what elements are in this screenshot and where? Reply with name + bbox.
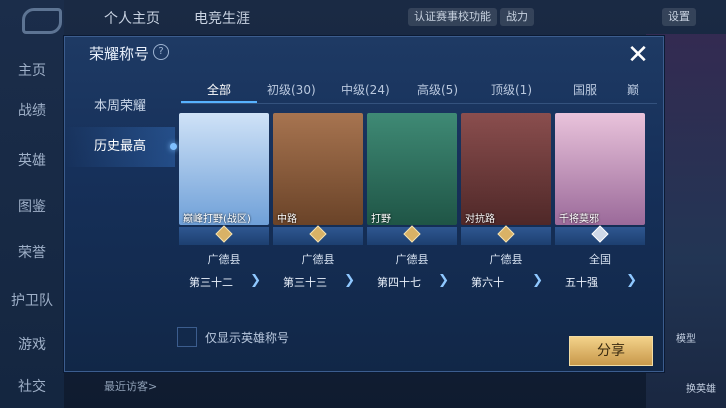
- title-card-rank-row[interactable]: 第四十七 ❯: [367, 271, 457, 293]
- side-nav-item-honor[interactable]: 荣誉: [0, 242, 64, 262]
- close-icon[interactable]: ✕: [625, 42, 651, 69]
- title-card-art: [461, 113, 551, 225]
- title-card-region: 广德县: [207, 253, 241, 266]
- side-nav-item-stats[interactable]: 战绩: [0, 100, 64, 120]
- dialog-title: 荣耀称号: [89, 45, 150, 63]
- side-nav-item-guard[interactable]: 护卫队: [0, 290, 64, 310]
- title-card[interactable]: 中路 广德县 第三十三 ❯: [273, 113, 363, 297]
- medal-icon: [309, 225, 327, 243]
- title-card-name: 打野: [371, 214, 391, 225]
- menu-item-history-best[interactable]: 历史最高: [65, 127, 177, 167]
- tab-esports[interactable]: 电竞生涯: [194, 8, 250, 28]
- title-card[interactable]: 千将莫邪 全国 五十强 ❯: [555, 113, 645, 297]
- chevron-right-icon[interactable]: ❯: [626, 273, 637, 288]
- tab-profile[interactable]: 个人主页: [104, 8, 160, 28]
- left-menu: 本周荣耀 历史最高: [65, 87, 177, 167]
- side-nav-item-atlas[interactable]: 图鉴: [0, 196, 64, 216]
- title-card-rank-row[interactable]: 第六十 ❯: [461, 271, 551, 293]
- hero-title-checkbox[interactable]: [177, 327, 197, 347]
- back-icon[interactable]: [22, 8, 62, 34]
- model-label[interactable]: 模型: [676, 330, 696, 345]
- share-button[interactable]: 分享: [569, 336, 653, 366]
- title-card-name: 千将莫邪: [559, 214, 599, 225]
- help-icon[interactable]: ?: [153, 44, 169, 60]
- top-bar: 个人主页 电竞生涯 认证赛事校功能 战力 设置: [64, 0, 726, 34]
- medal-icon: [403, 225, 421, 243]
- title-card-art: [179, 113, 269, 225]
- active-tab-underline: [181, 101, 257, 103]
- title-card-rank: 第三十二: [189, 276, 233, 289]
- tab-junior[interactable]: 初级(30): [267, 81, 316, 98]
- title-card-rank: 五十强: [565, 276, 598, 289]
- chevron-right-icon[interactable]: ❯: [250, 273, 261, 288]
- medal-icon: [591, 225, 609, 243]
- title-card-region: 广德县: [301, 253, 335, 266]
- tab-senior[interactable]: 高级(5): [417, 81, 458, 98]
- title-card-rank: 第六十: [471, 276, 504, 289]
- side-nav-item-games[interactable]: 游戏: [0, 334, 64, 354]
- title-card-region: 广德县: [489, 253, 523, 266]
- title-card-rank-row[interactable]: 第三十二 ❯: [179, 271, 269, 293]
- tab-all[interactable]: 全部: [207, 81, 231, 98]
- title-card-art: [367, 113, 457, 225]
- title-card-art: [273, 113, 363, 225]
- power-chip[interactable]: 战力: [500, 8, 534, 26]
- title-card[interactable]: 对抗路 广德县 第六十 ❯: [461, 113, 551, 297]
- settings-chip[interactable]: 设置: [662, 8, 696, 26]
- honor-title-dialog: 荣耀称号 ? ✕ 本周荣耀 历史最高 全部 初级(30) 中级(24) 高级(5…: [64, 36, 664, 372]
- title-card-name: 对抗路: [465, 214, 495, 225]
- title-card-rank-row[interactable]: 五十强 ❯: [555, 271, 645, 293]
- medal-icon: [215, 225, 233, 243]
- title-card-rank: 第三十三: [283, 276, 327, 289]
- chevron-right-icon[interactable]: ❯: [344, 273, 355, 288]
- filter-tabs: 全部 初级(30) 中级(24) 高级(5) 顶级(1) 国服 巅: [181, 77, 657, 104]
- side-nav-item-social[interactable]: 社交: [0, 376, 64, 396]
- bottom-bar: 最近访客>: [64, 368, 726, 408]
- title-card-name: 巅峰打野(战区): [183, 214, 251, 225]
- chevron-right-icon[interactable]: ❯: [532, 273, 543, 288]
- tab-middle[interactable]: 中级(24): [341, 81, 390, 98]
- title-card-name: 中路: [277, 214, 297, 225]
- title-card-rank: 第四十七: [377, 276, 421, 289]
- title-card[interactable]: 巅峰打野(战区) 广德县 第三十二 ❯: [179, 113, 269, 297]
- chevron-right-icon[interactable]: ❯: [438, 273, 449, 288]
- title-card-region: 全国: [589, 253, 611, 266]
- menu-item-weekly[interactable]: 本周荣耀: [65, 87, 175, 127]
- tab-national[interactable]: 国服: [573, 81, 597, 98]
- hero-title-checkbox-label: 仅显示英雄称号: [205, 331, 290, 345]
- title-card-art: [555, 113, 645, 225]
- tab-peak[interactable]: 巅: [627, 81, 639, 98]
- title-card-region: 广德县: [395, 253, 429, 266]
- title-cards: 巅峰打野(战区) 广德县 第三十二 ❯ 中路 广德县 第三十三 ❯ 打野 广德县…: [179, 113, 663, 303]
- medal-icon: [497, 225, 515, 243]
- title-card-rank-row[interactable]: 第三十三 ❯: [273, 271, 363, 293]
- title-card[interactable]: 打野 广德县 第四十七 ❯: [367, 113, 457, 297]
- side-nav-item-heroes[interactable]: 英雄: [0, 150, 64, 170]
- recent-visitors-link[interactable]: 最近访客>: [104, 378, 157, 394]
- verify-chip[interactable]: 认证赛事校功能: [408, 8, 497, 26]
- tab-top[interactable]: 顶级(1): [491, 81, 532, 98]
- side-nav-item-home[interactable]: 主页: [0, 60, 64, 80]
